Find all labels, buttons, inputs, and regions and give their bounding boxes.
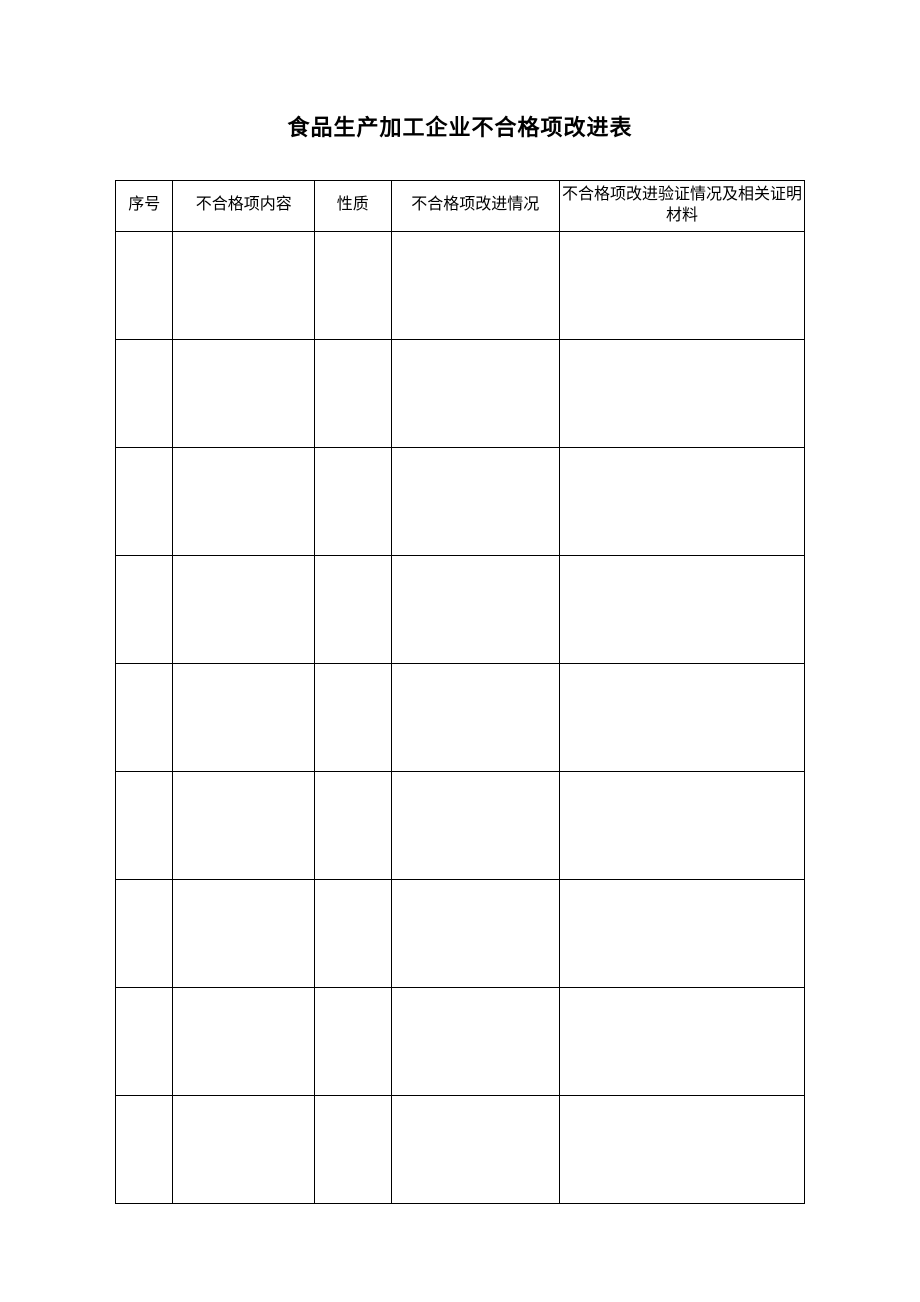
cell-seq bbox=[116, 555, 173, 663]
cell-content bbox=[173, 663, 315, 771]
header-nature: 性质 bbox=[315, 181, 392, 232]
cell-seq bbox=[116, 1095, 173, 1203]
improvement-table: 序号 不合格项内容 性质 不合格项改进情况 不合格项改进验证情况及相关证明材料 bbox=[115, 180, 805, 1204]
cell-seq bbox=[116, 771, 173, 879]
cell-improvement bbox=[391, 339, 559, 447]
cell-content bbox=[173, 447, 315, 555]
cell-improvement bbox=[391, 231, 559, 339]
cell-content bbox=[173, 771, 315, 879]
cell-nature bbox=[315, 447, 392, 555]
table-row bbox=[116, 447, 805, 555]
cell-improvement bbox=[391, 663, 559, 771]
cell-improvement bbox=[391, 447, 559, 555]
cell-nature bbox=[315, 663, 392, 771]
cell-nature bbox=[315, 555, 392, 663]
header-verification: 不合格项改进验证情况及相关证明材料 bbox=[559, 181, 804, 232]
cell-content bbox=[173, 555, 315, 663]
table-row bbox=[116, 1095, 805, 1203]
cell-verification bbox=[559, 555, 804, 663]
table-row bbox=[116, 231, 805, 339]
cell-improvement bbox=[391, 555, 559, 663]
cell-verification bbox=[559, 447, 804, 555]
document-title: 食品生产加工企业不合格项改进表 bbox=[115, 110, 805, 142]
table-row bbox=[116, 987, 805, 1095]
cell-content bbox=[173, 339, 315, 447]
table-row bbox=[116, 879, 805, 987]
header-improvement: 不合格项改进情况 bbox=[391, 181, 559, 232]
cell-seq bbox=[116, 339, 173, 447]
table-body bbox=[116, 231, 805, 1203]
cell-seq bbox=[116, 231, 173, 339]
table-row bbox=[116, 663, 805, 771]
cell-content bbox=[173, 879, 315, 987]
table-row bbox=[116, 555, 805, 663]
cell-nature bbox=[315, 987, 392, 1095]
cell-nature bbox=[315, 771, 392, 879]
cell-nature bbox=[315, 231, 392, 339]
cell-nature bbox=[315, 1095, 392, 1203]
table-row bbox=[116, 771, 805, 879]
cell-verification bbox=[559, 663, 804, 771]
cell-nature bbox=[315, 879, 392, 987]
cell-verification bbox=[559, 879, 804, 987]
cell-verification bbox=[559, 771, 804, 879]
cell-improvement bbox=[391, 987, 559, 1095]
cell-content bbox=[173, 987, 315, 1095]
cell-content bbox=[173, 231, 315, 339]
cell-improvement bbox=[391, 1095, 559, 1203]
cell-seq bbox=[116, 879, 173, 987]
cell-improvement bbox=[391, 771, 559, 879]
cell-seq bbox=[116, 447, 173, 555]
cell-verification bbox=[559, 1095, 804, 1203]
cell-nature bbox=[315, 339, 392, 447]
cell-verification bbox=[559, 987, 804, 1095]
cell-verification bbox=[559, 231, 804, 339]
header-seq: 序号 bbox=[116, 181, 173, 232]
table-row bbox=[116, 339, 805, 447]
table-header-row: 序号 不合格项内容 性质 不合格项改进情况 不合格项改进验证情况及相关证明材料 bbox=[116, 181, 805, 232]
cell-verification bbox=[559, 339, 804, 447]
cell-seq bbox=[116, 987, 173, 1095]
cell-improvement bbox=[391, 879, 559, 987]
cell-seq bbox=[116, 663, 173, 771]
cell-content bbox=[173, 1095, 315, 1203]
header-content: 不合格项内容 bbox=[173, 181, 315, 232]
